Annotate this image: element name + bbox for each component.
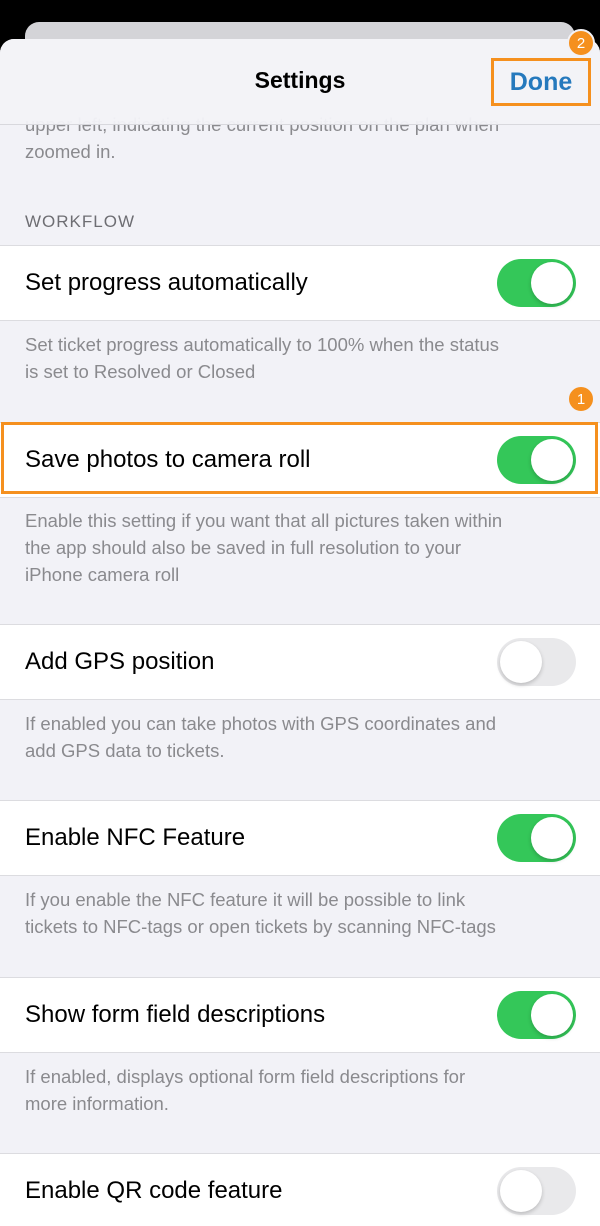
description-line: iPhone camera roll xyxy=(25,564,180,585)
gps-toggle[interactable] xyxy=(497,638,576,686)
toggle-knob xyxy=(500,1170,542,1212)
setting-label: Set progress automatically xyxy=(25,269,308,296)
settings-sheet: upper left, indicating the current posit… xyxy=(0,39,600,1226)
set-progress-toggle[interactable] xyxy=(497,259,576,307)
toggle-knob xyxy=(531,262,573,304)
description-line: Set ticket progress automatically to 100… xyxy=(25,334,500,355)
setting-description: Set ticket progress automatically to 100… xyxy=(25,331,580,385)
description-line: If enabled you can take photos with GPS … xyxy=(25,713,497,734)
description-line: If enabled, displays optional form field… xyxy=(25,1066,466,1087)
save-photos-toggle[interactable] xyxy=(497,436,576,484)
setting-row-gps[interactable]: Add GPS position xyxy=(0,624,600,700)
description-line: If you enable the NFC feature it will be… xyxy=(25,889,466,910)
setting-row-set-progress[interactable]: Set progress automatically xyxy=(0,245,600,321)
toggle-knob xyxy=(531,439,573,481)
setting-row-save-photos[interactable]: Save photos to camera roll xyxy=(0,422,600,498)
setting-description: If you enable the NFC feature it will be… xyxy=(25,886,580,940)
qr-toggle[interactable] xyxy=(497,1167,576,1215)
done-button[interactable]: Done xyxy=(491,58,591,106)
setting-label: Enable NFC Feature xyxy=(25,824,246,851)
setting-row-nfc[interactable]: Enable NFC Feature xyxy=(0,800,600,876)
description-line: the app should also be saved in full res… xyxy=(25,537,462,558)
toggle-knob xyxy=(531,817,573,859)
section-header-workflow: WORKFLOW xyxy=(25,212,135,231)
setting-label: Save photos to camera roll xyxy=(25,446,311,473)
setting-label: Enable QR code feature xyxy=(25,1177,283,1204)
setting-description: If enabled, displays optional form field… xyxy=(25,1063,580,1117)
description-line: Enable this setting if you want that all… xyxy=(25,510,503,531)
toggle-knob xyxy=(531,994,573,1036)
setting-row-form-descriptions[interactable]: Show form field descriptions xyxy=(0,977,600,1053)
setting-description: If enabled you can take photos with GPS … xyxy=(25,710,580,764)
description-line: tickets to NFC-tags or open tickets by s… xyxy=(25,916,496,937)
toggle-knob xyxy=(500,641,542,683)
navigation-bar: Settings Done xyxy=(0,39,600,125)
intro-description-line: zoomed in. xyxy=(25,141,116,162)
step-badge-2: 2 xyxy=(567,29,595,57)
setting-description: Enable this setting if you want that all… xyxy=(25,507,580,588)
nfc-toggle[interactable] xyxy=(497,814,576,862)
setting-label: Add GPS position xyxy=(25,648,215,675)
step-badge-1: 1 xyxy=(567,385,595,413)
setting-label: Show form field descriptions xyxy=(25,1001,326,1028)
form-descriptions-toggle[interactable] xyxy=(497,991,576,1039)
description-line: more information. xyxy=(25,1093,169,1114)
description-line: is set to Resolved or Closed xyxy=(25,361,256,382)
description-line: add GPS data to tickets. xyxy=(25,740,225,761)
setting-row-qr[interactable]: Enable QR code feature xyxy=(0,1153,600,1226)
